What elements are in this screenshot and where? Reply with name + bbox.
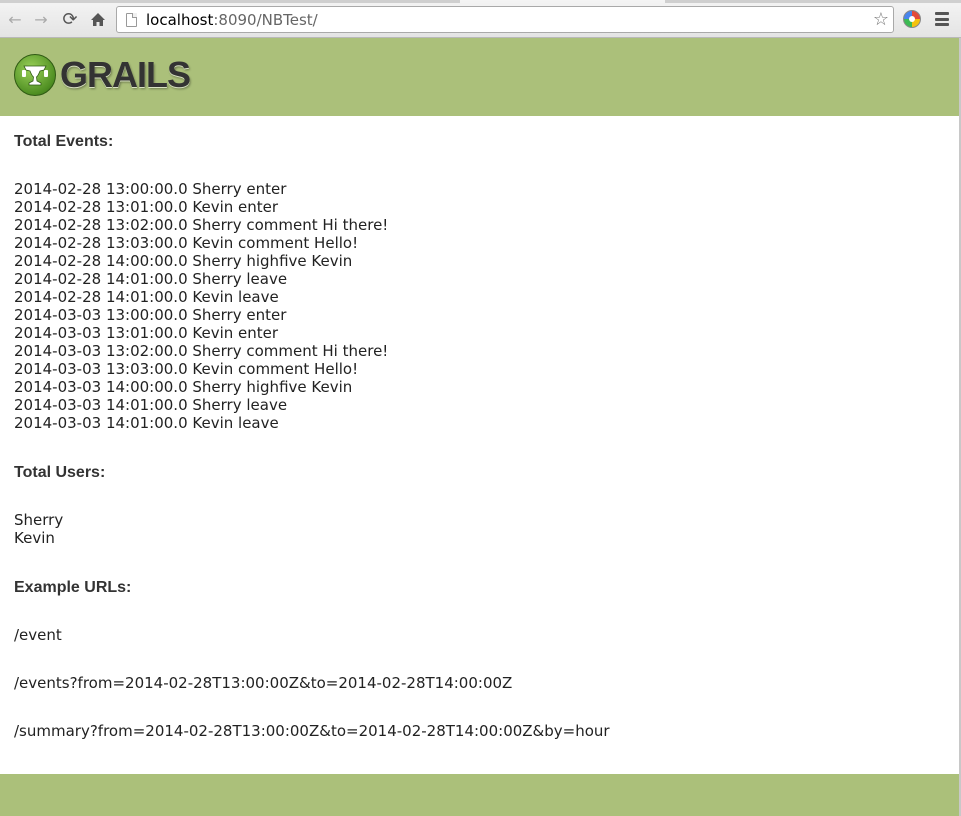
event-item: 2014-02-28 13:01:00.0 Kevin enter <box>14 198 279 216</box>
event-item: 2014-02-28 13:02:00.0 Sherry comment Hi … <box>14 216 389 234</box>
address-url[interactable]: localhost:8090/NBTest/ <box>146 11 318 29</box>
urls-heading: Example URLs: <box>14 579 132 596</box>
url-path: :8090/NBTest/ <box>213 10 318 29</box>
forward-arrow-icon[interactable]: → <box>30 8 52 30</box>
tab-strip-edge <box>0 0 460 3</box>
bookmark-star-icon[interactable]: ☆ <box>873 9 889 30</box>
address-bar[interactable]: localhost:8090/NBTest/ ☆ <box>116 6 894 33</box>
event-item: 2014-02-28 13:00:00.0 Sherry enter <box>14 180 287 198</box>
extension-icon[interactable] <box>903 10 921 28</box>
user-list: Sherry Kevin <box>14 511 63 547</box>
menu-icon[interactable] <box>935 12 949 26</box>
event-item: 2014-03-03 14:01:00.0 Kevin leave <box>14 414 279 432</box>
event-item: 2014-03-03 13:01:00.0 Kevin enter <box>14 324 279 342</box>
back-arrow-icon[interactable]: ← <box>4 8 26 30</box>
event-item: 2014-02-28 14:01:00.0 Sherry leave <box>14 270 288 288</box>
user-item: Sherry <box>14 511 64 529</box>
browser-toolbar: ← → ⟳ localhost:8090/NBTest/ ☆ <box>0 0 961 38</box>
tab-strip-edge <box>665 0 961 3</box>
page-footer <box>0 774 959 816</box>
event-list: 2014-02-28 13:00:00.0 Sherry enter 2014-0… <box>14 180 388 432</box>
event-item: 2014-02-28 14:00:00.0 Sherry highfive Ke… <box>14 252 353 270</box>
grails-logo-text: GRAILS <box>60 54 191 95</box>
event-item: 2014-03-03 13:02:00.0 Sherry comment Hi … <box>14 342 389 360</box>
grails-cup-shape <box>22 65 48 86</box>
event-item: 2014-02-28 13:03:00.0 Kevin comment Hell… <box>14 234 359 252</box>
reload-icon[interactable]: ⟳ <box>59 8 81 30</box>
events-heading: Total Events: <box>14 133 114 150</box>
example-url: /events?from=2014-02-28T13:00:00Z&to=201… <box>14 674 513 692</box>
event-item: 2014-02-28 14:01:00.0 Kevin leave <box>14 288 279 306</box>
page-header: GRAILS <box>0 38 959 116</box>
grails-logo[interactable]: GRAILS <box>14 54 191 96</box>
event-item: 2014-03-03 14:00:00.0 Sherry highfive Ke… <box>14 378 353 396</box>
page-icon <box>126 12 137 27</box>
example-url: /event <box>14 626 62 644</box>
user-item: Kevin <box>14 529 55 547</box>
grails-cup-icon <box>14 54 56 96</box>
url-host: localhost <box>146 10 214 29</box>
home-icon[interactable] <box>87 8 109 30</box>
users-heading: Total Users: <box>14 464 106 481</box>
home-icon-shape <box>91 12 105 26</box>
event-item: 2014-03-03 13:03:00.0 Kevin comment Hell… <box>14 360 359 378</box>
event-item: 2014-03-03 13:00:00.0 Sherry enter <box>14 306 287 324</box>
event-item: 2014-03-03 14:01:00.0 Sherry leave <box>14 396 288 414</box>
example-url: /summary?from=2014-02-28T13:00:00Z&to=20… <box>14 722 610 740</box>
